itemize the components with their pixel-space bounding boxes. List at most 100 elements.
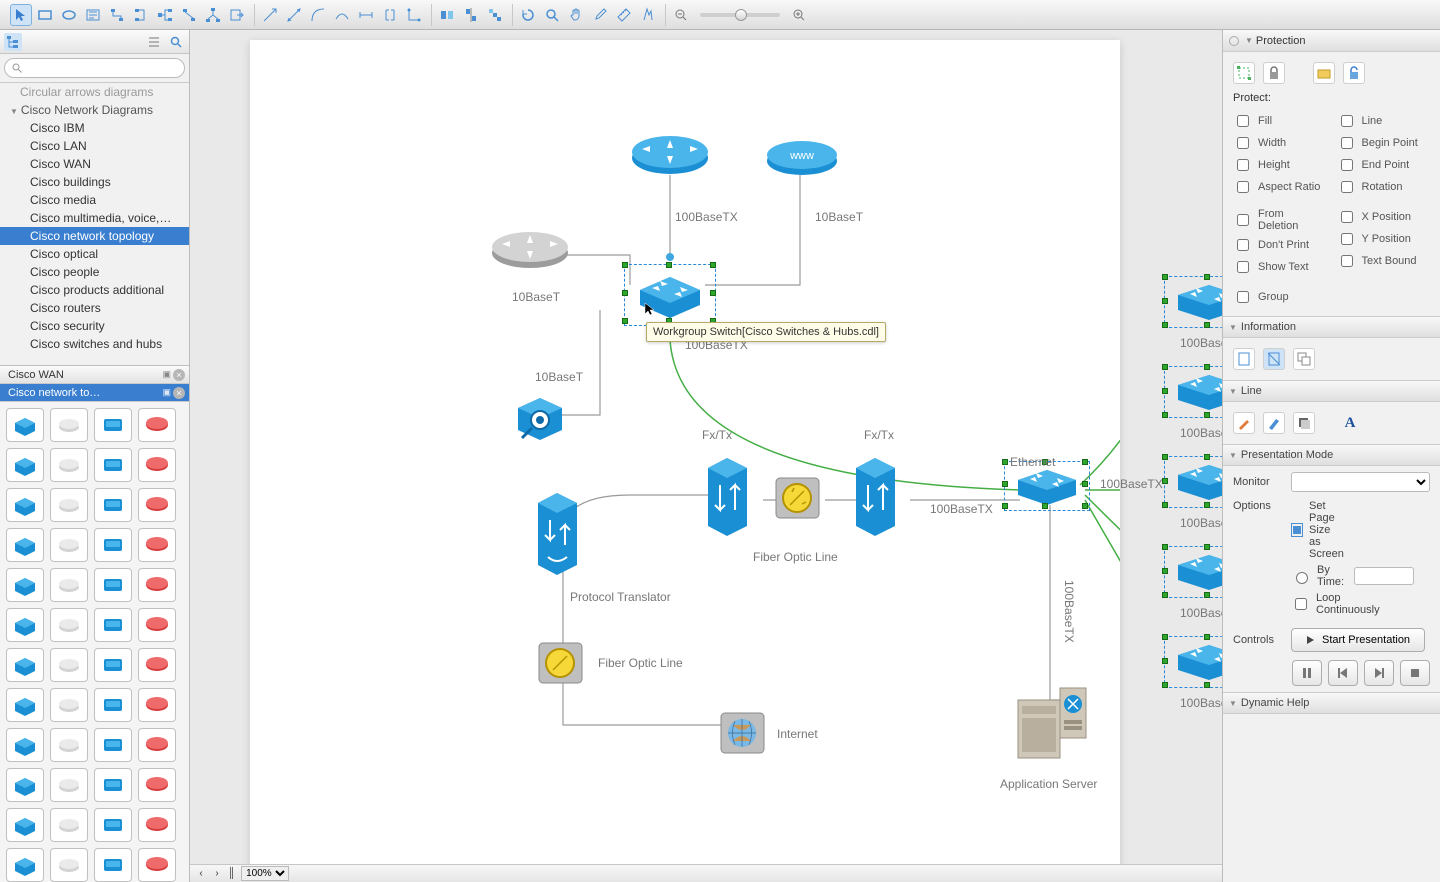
line-shadow-icon[interactable] [1293,412,1315,434]
stencil-item[interactable] [138,688,176,722]
left-tab-search[interactable] [167,33,185,51]
zoom-select[interactable]: 100% [241,866,289,881]
stencil-item[interactable] [6,408,44,442]
start-presentation-button[interactable]: Start Presentation [1291,628,1425,652]
stencil-item[interactable] [94,808,132,842]
protect-rotation[interactable]: Rotation [1337,178,1431,196]
tree-item[interactable]: Cisco security [0,317,189,335]
stencil-item[interactable] [94,608,132,642]
tree-item[interactable]: Cisco multimedia, voice,… [0,209,189,227]
node-router[interactable] [630,130,710,193]
panel-dynamic-help[interactable]: Dynamic Help [1223,692,1440,714]
line-brush-icon[interactable] [1263,412,1285,434]
stencil-item[interactable] [138,528,176,562]
left-tab-list[interactable] [145,33,163,51]
library-search-input[interactable] [4,58,185,78]
dock-icon[interactable]: ▣ [162,387,171,399]
line-curve[interactable] [331,4,353,26]
prev-button[interactable] [1328,660,1358,686]
protect-resize-icon[interactable] [1233,62,1255,84]
node-fxtx-left[interactable] [700,450,755,543]
dock-icon[interactable]: ▣ [162,369,171,381]
protect-show-text[interactable]: Show Text [1233,258,1327,276]
tool-connector-chain[interactable] [130,4,152,26]
tree-category[interactable]: Cisco Network Diagrams [0,101,189,119]
protect-line[interactable]: Line [1337,112,1431,130]
opt-pagesize[interactable]: Set Page Size as Screen [1291,500,1341,560]
library-tab-cisco-wan[interactable]: Cisco WAN ▣× [0,366,189,384]
protect-don-t-print[interactable]: Don't Print [1233,236,1327,254]
stencil-item[interactable] [94,568,132,602]
tool-export[interactable] [226,4,248,26]
align-center[interactable] [460,4,482,26]
stencil-item[interactable] [50,768,88,802]
stencil-item[interactable] [6,608,44,642]
tree-item[interactable]: Cisco IBM [0,119,189,137]
node-router-gray[interactable] [490,225,570,283]
stencil-item[interactable] [50,808,88,842]
drawing-page[interactable]: www [250,40,1120,880]
stencil-item[interactable] [6,848,44,882]
close-icon[interactable]: × [173,369,185,381]
stencil-item[interactable] [138,608,176,642]
tool-crop[interactable] [637,4,659,26]
node-switch-1[interactable] [1170,280,1222,327]
node-www[interactable]: www [765,135,840,193]
tool-hand[interactable] [565,4,587,26]
line-arrow[interactable] [259,4,281,26]
node-fxtx-right[interactable] [848,450,903,543]
close-icon[interactable]: × [173,387,185,399]
protect-hide-icon[interactable] [1313,62,1335,84]
tree-item[interactable]: Cisco optical [0,245,189,263]
stencil-item[interactable] [138,728,176,762]
tool-rect[interactable] [34,4,56,26]
zoom-out-icon[interactable] [670,4,692,26]
stencil-item[interactable] [94,488,132,522]
stencil-item[interactable] [50,848,88,882]
zoom-slider[interactable] [700,13,780,17]
protect-unlock-icon[interactable] [1343,62,1365,84]
line-bracket[interactable] [379,4,401,26]
node-fiber-connector[interactable] [770,470,825,528]
line-dimension[interactable] [355,4,377,26]
tree-item[interactable]: Cisco buildings [0,173,189,191]
tool-connector-tree[interactable] [106,4,128,26]
ruler-toggle[interactable]: ║ [228,868,235,879]
node-switch-5[interactable] [1170,640,1222,687]
tool-connector-branch[interactable] [202,4,224,26]
monitor-select[interactable] [1291,472,1430,492]
panel-close-icon[interactable] [1229,36,1239,46]
node-fiber-line[interactable] [533,635,588,693]
protect-x-position[interactable]: X Position [1337,208,1431,226]
stencil-item[interactable] [94,728,132,762]
node-switch-4[interactable] [1170,550,1222,597]
stencil-item[interactable] [94,848,132,882]
stencil-item[interactable] [6,768,44,802]
tree-item[interactable]: Cisco network topology [0,227,189,245]
protect-y-position[interactable]: Y Position [1337,230,1431,248]
line-text-icon[interactable]: A [1339,412,1361,434]
tool-text[interactable] [82,4,104,26]
stencil-item[interactable] [138,648,176,682]
protect-begin-point[interactable]: Begin Point [1337,134,1431,152]
status-prev[interactable]: ‹ [196,868,206,879]
stencil-item[interactable] [6,568,44,602]
tool-refresh[interactable] [517,4,539,26]
next-button[interactable] [1364,660,1394,686]
stencil-item[interactable] [94,408,132,442]
stencil-item[interactable] [50,488,88,522]
protect-end-point[interactable]: End Point [1337,156,1431,174]
tool-eyedropper[interactable] [589,4,611,26]
pause-button[interactable] [1292,660,1322,686]
stencil-item[interactable] [50,688,88,722]
panel-presentation[interactable]: Presentation Mode [1223,444,1440,466]
stencil-item[interactable] [6,528,44,562]
opt-bytime[interactable]: By Time: [1291,564,1341,588]
stencil-item[interactable] [50,528,88,562]
bytime-input[interactable] [1354,567,1414,585]
tree-item[interactable]: Cisco routers [0,299,189,317]
stencil-item[interactable] [50,608,88,642]
panel-line[interactable]: Line [1223,380,1440,402]
stencil-item[interactable] [138,488,176,522]
tree-item[interactable]: Cisco WAN [0,155,189,173]
